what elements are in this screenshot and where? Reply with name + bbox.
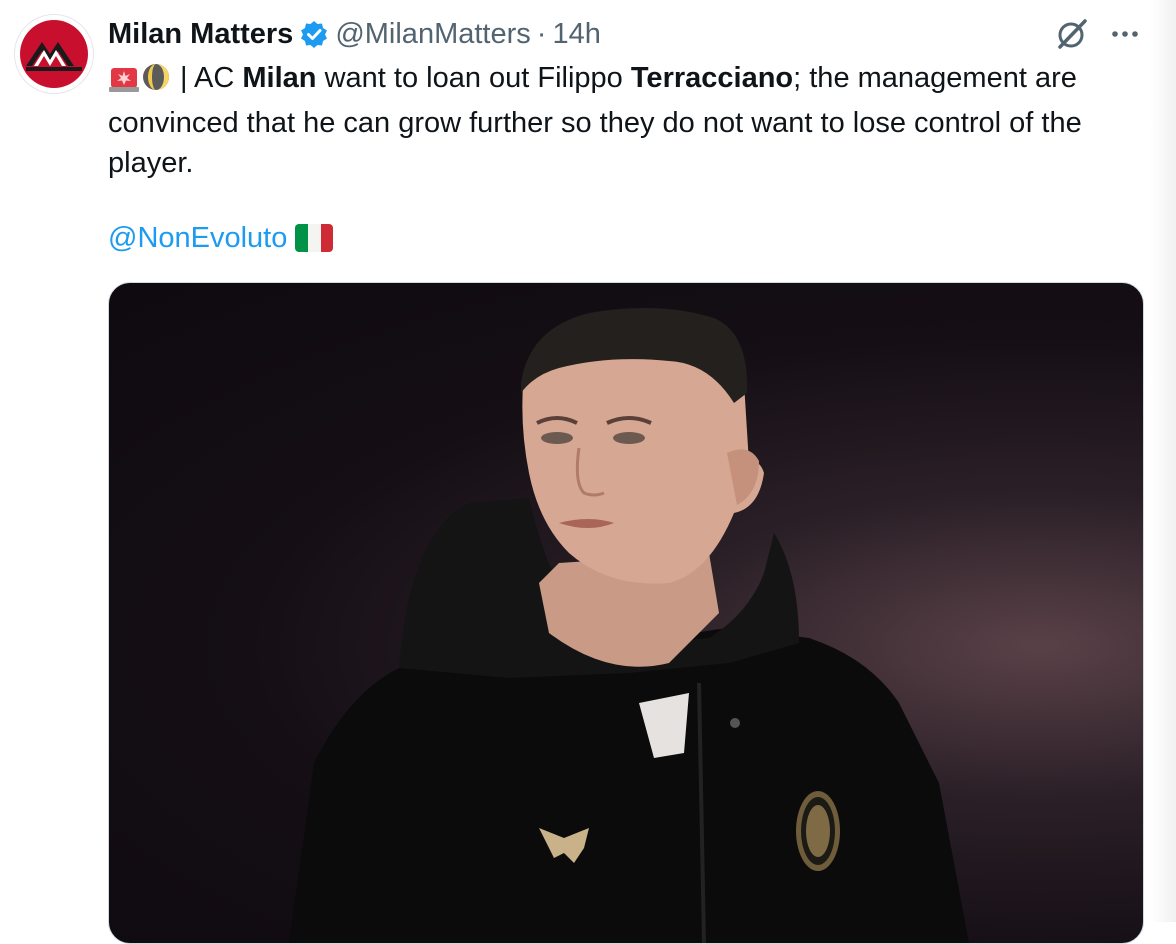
mention-link[interactable]: @NonEvoluto <box>108 218 287 258</box>
italy-flag-icon <box>295 224 334 252</box>
tweet-text-bold-terracciano: Terracciano <box>630 62 794 94</box>
siren-emoji-icon <box>108 62 140 103</box>
moon-emoji-icon <box>140 62 172 103</box>
player-photo-illustration <box>289 308 969 943</box>
milan-matters-logo-icon <box>20 20 88 88</box>
tweet-header: Milan Matters @MilanMatters · 14h <box>108 14 601 54</box>
tweet-text-middle: want to loan out Filippo <box>316 62 631 94</box>
verified-badge-icon[interactable] <box>299 19 329 49</box>
tweet-image[interactable] <box>108 282 1144 944</box>
display-name[interactable]: Milan Matters <box>108 18 293 51</box>
mention-line: @NonEvoluto <box>108 218 334 258</box>
tweet-text: | AC Milan want to loan out Filippo Terr… <box>108 58 1153 183</box>
handle[interactable]: @MilanMatters <box>335 18 530 51</box>
page-edge-shadow <box>1150 0 1176 922</box>
separator-dot: · <box>536 17 547 50</box>
more-icon[interactable] <box>1108 20 1142 48</box>
tweet-text-bold-milan: Milan <box>242 62 317 94</box>
timestamp[interactable]: 14h <box>552 18 600 51</box>
tweet-text-separator: | AC <box>172 62 243 94</box>
avatar[interactable] <box>14 14 94 94</box>
grok-icon[interactable] <box>1054 16 1090 52</box>
